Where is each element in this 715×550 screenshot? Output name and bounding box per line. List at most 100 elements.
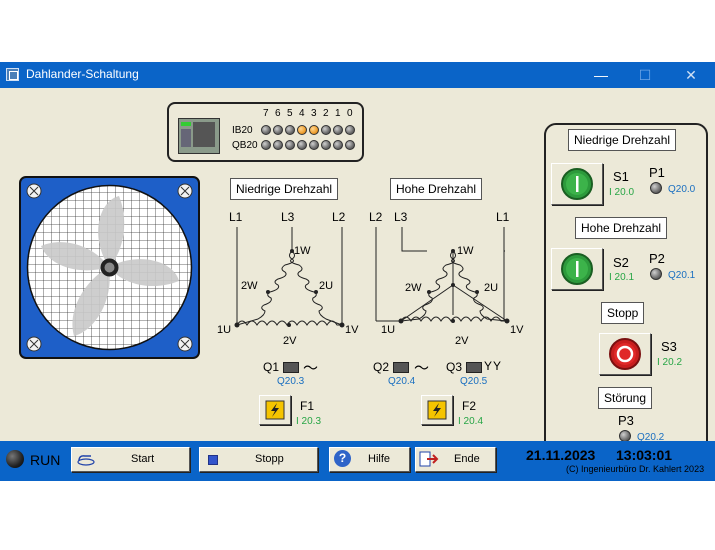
start-arrow-icon xyxy=(77,455,95,466)
s3-stop-button[interactable] xyxy=(599,333,651,375)
q1-ac-symbol: ～ xyxy=(303,360,319,377)
ib-lamp xyxy=(321,125,331,135)
qb-lamp xyxy=(261,140,271,150)
ib-lamp xyxy=(309,125,319,135)
lightning-icon xyxy=(427,400,447,420)
ib-label: IB20 xyxy=(232,125,253,136)
low-1u: 1U xyxy=(217,324,232,336)
s1-label: S1 xyxy=(613,169,629,184)
q2-ac-symbol: ～ xyxy=(414,360,430,377)
q1-address: Q20.3 xyxy=(277,376,305,387)
bit-number: 0 xyxy=(347,108,353,119)
q3-address: Q20.5 xyxy=(460,376,488,387)
plc-module-icon xyxy=(178,118,220,154)
low-2w: 2W xyxy=(241,280,258,292)
p2-label: P2 xyxy=(649,251,665,266)
run-label: RUN xyxy=(30,452,61,468)
high-2v: 2V xyxy=(455,335,469,347)
green-button-icon xyxy=(561,253,593,285)
high-2w: 2W xyxy=(405,282,422,294)
ib-lamps xyxy=(261,125,357,137)
p3-label: P3 xyxy=(618,413,634,428)
qb-lamps xyxy=(261,140,357,152)
maximize-button[interactable]: ☐ xyxy=(622,62,668,88)
p1-label: P1 xyxy=(649,165,665,180)
q2-address: Q20.4 xyxy=(388,376,416,387)
qb-lamp xyxy=(345,140,355,150)
f1-button[interactable] xyxy=(259,395,291,425)
copyright: (C) Ingenieurbüro Dr. Kahlert 2023 xyxy=(566,464,705,474)
end-button[interactable]: Ende xyxy=(415,447,496,472)
q1-label: Q1 xyxy=(263,360,280,374)
p1-lamp xyxy=(650,182,662,194)
high-1u: 1U xyxy=(381,324,396,336)
panel-fault-title: Störung xyxy=(598,387,653,409)
s1-start-low-button[interactable] xyxy=(551,163,603,205)
bit-number: 5 xyxy=(287,108,293,119)
qb-lamp xyxy=(297,140,307,150)
ib-lamp xyxy=(261,125,271,135)
low-l1: L1 xyxy=(229,210,243,224)
time-display: 13:03:01 xyxy=(616,447,673,463)
bottom-bar: RUN Start Stopp ? Hilfe Ende 21.11.2023 … xyxy=(0,441,715,481)
qb-label: QB20 xyxy=(232,140,258,151)
low-speed-winding-diagram xyxy=(234,227,345,328)
ib-lamp xyxy=(333,125,343,135)
close-button[interactable]: ✕ xyxy=(668,62,714,88)
start-button[interactable]: Start xyxy=(71,447,190,472)
stop-label: Stopp xyxy=(255,453,284,465)
qb-lamp xyxy=(285,140,295,150)
qb-lamp xyxy=(333,140,343,150)
high-l2: L2 xyxy=(369,210,383,224)
f2-address: I 20.4 xyxy=(458,416,484,427)
stop-button[interactable]: Stopp xyxy=(199,447,318,472)
help-label: Hilfe xyxy=(368,453,391,465)
help-button[interactable]: ? Hilfe xyxy=(329,447,410,472)
p1-address: Q20.0 xyxy=(668,184,696,195)
low-2u: 2U xyxy=(319,280,334,292)
s1-address: I 20.0 xyxy=(609,187,635,198)
high-speed-title: Hohe Drehzahl xyxy=(390,178,483,200)
bit-number: 3 xyxy=(311,108,317,119)
qb-lamp xyxy=(309,140,319,150)
panel-high-title: Hohe Drehzahl xyxy=(575,217,668,239)
high-1w: 1W xyxy=(457,245,474,257)
low-speed-title: Niedrige Drehzahl xyxy=(230,178,339,200)
green-button-icon xyxy=(561,168,593,200)
s2-start-high-button[interactable] xyxy=(551,248,603,290)
ib-lamp xyxy=(345,125,355,135)
run-lamp xyxy=(6,450,24,468)
bit-number: 4 xyxy=(299,108,305,119)
high-2u: 2U xyxy=(484,282,499,294)
client-area: 76543210 IB20 QB20 Niedrige Drehzahl L1 … xyxy=(0,88,715,454)
q3-label: Q3 xyxy=(446,360,463,374)
panel-low-title: Niedrige Drehzahl xyxy=(568,129,677,151)
ib-lamp xyxy=(273,125,283,135)
low-2v: 2V xyxy=(283,335,297,347)
qb-lamp xyxy=(321,140,331,150)
s2-address: I 20.1 xyxy=(609,272,635,283)
control-panel: Niedrige Drehzahl S1 I 20.0 P1 Q20.0 Hoh… xyxy=(544,123,708,454)
end-label: Ende xyxy=(454,453,480,465)
low-1v: 1V xyxy=(345,324,359,336)
red-button-icon xyxy=(609,338,641,370)
q3-indicator xyxy=(466,362,482,373)
s3-label: S3 xyxy=(661,339,677,354)
fan-svg xyxy=(19,176,200,359)
minimize-button[interactable]: — xyxy=(578,62,624,88)
bit-number: 2 xyxy=(323,108,329,119)
help-icon: ? xyxy=(334,450,351,467)
q2-indicator xyxy=(393,362,409,373)
window-title: Dahlander-Schaltung xyxy=(26,67,139,81)
bit-number: 7 xyxy=(263,108,269,119)
low-1w: 1W xyxy=(294,245,311,257)
f2-button[interactable] xyxy=(421,395,453,425)
stop-square-icon xyxy=(208,455,218,465)
title-bar: Dahlander-Schaltung — ☐ ✕ xyxy=(0,62,715,88)
high-l3: L3 xyxy=(394,210,408,224)
q1-indicator xyxy=(283,362,299,373)
f1-address: I 20.3 xyxy=(296,416,322,427)
p2-address: Q20.1 xyxy=(668,270,696,281)
plc-io-panel: 76543210 IB20 QB20 xyxy=(167,102,364,162)
f1-label: F1 xyxy=(300,399,315,413)
